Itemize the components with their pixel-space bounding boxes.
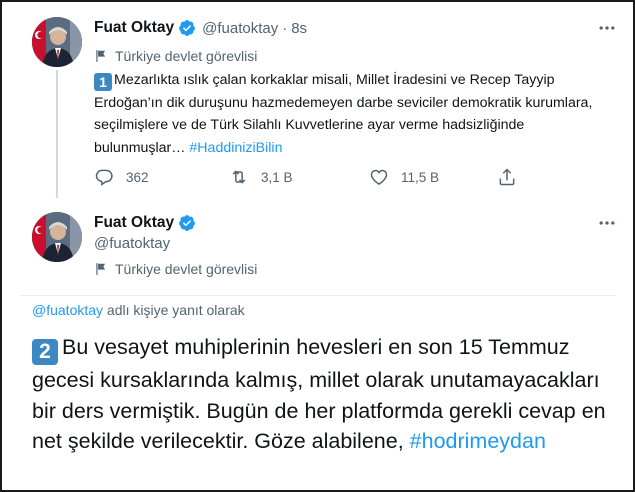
tweet-thread-frame: Fuat Oktay @fuatoktay · 8s Türkiye devle… <box>0 0 635 492</box>
keycap-number-badge: 2 <box>32 339 58 365</box>
verified-badge-icon <box>179 20 195 36</box>
divider <box>20 295 615 296</box>
author-name[interactable]: Fuat Oktay <box>94 214 174 232</box>
like-count: 11,5 B <box>401 169 440 185</box>
share-icon <box>499 168 515 186</box>
avatar[interactable] <box>32 17 82 67</box>
avatar[interactable] <box>32 212 82 262</box>
author-handle-row: @fuatoktay <box>94 235 170 252</box>
account-label-text: Türkiye devlet görevlisi <box>115 261 258 277</box>
government-label-icon <box>96 50 106 62</box>
reply-to-mention-link[interactable]: @fuatoktay <box>32 302 103 318</box>
retweet-icon <box>232 170 246 184</box>
share-button[interactable] <box>497 167 517 187</box>
more-options-icon[interactable] <box>596 18 618 40</box>
like-icon <box>370 169 388 185</box>
hashtag-link[interactable]: #hodrimeydan <box>410 429 546 453</box>
author-handle[interactable]: @fuatoktay <box>94 235 170 252</box>
tweet-text: 1 Mezarlıkta ıslık çalan korkaklar misali… <box>94 69 614 159</box>
thread-connector-line <box>56 70 58 198</box>
tweet-text-body: Mezarlıkta ıslık çalan korkaklar misali,… <box>94 72 593 156</box>
author-handle[interactable]: @fuatoktay <box>202 20 278 37</box>
avatar-image <box>32 212 82 262</box>
account-label[interactable]: Türkiye devlet görevlisi <box>94 261 257 277</box>
tweet-actions: 362 3,1 B 11,5 B <box>94 166 544 188</box>
account-label-text: Türkiye devlet görevlisi <box>115 48 258 64</box>
government-label-icon <box>96 263 106 275</box>
reply-to-text: adlı kişiye yanıt olarak <box>103 302 245 318</box>
keycap-number-badge: 1 <box>94 73 112 91</box>
hashtag-link[interactable]: #HaddiniziBilin <box>189 140 282 156</box>
separator-dot: · <box>282 19 288 37</box>
reply-context: @fuatoktay adlı kişiye yanıt olarak <box>32 302 245 318</box>
reply-button[interactable]: 362 <box>94 167 229 187</box>
author-name[interactable]: Fuat Oktay <box>94 19 174 37</box>
like-button[interactable]: 11,5 B <box>369 167 497 187</box>
retweet-count: 3,1 B <box>261 169 293 185</box>
reply-count: 362 <box>126 169 149 185</box>
tweet-text: 2 Bu vesayet muhiplerinin hevesleri en so… <box>32 332 607 457</box>
reply-icon <box>95 169 113 186</box>
more-options-icon[interactable] <box>596 213 618 235</box>
verified-badge-icon <box>179 215 195 231</box>
account-label[interactable]: Türkiye devlet görevlisi <box>94 48 257 64</box>
retweet-button[interactable]: 3,1 B <box>229 167 369 187</box>
tweet-header: Fuat Oktay @fuatoktay · 8s <box>94 17 307 39</box>
avatar-image <box>32 17 82 67</box>
tweet-timestamp[interactable]: 8s <box>291 20 307 37</box>
tweet-header: Fuat Oktay <box>94 212 196 234</box>
